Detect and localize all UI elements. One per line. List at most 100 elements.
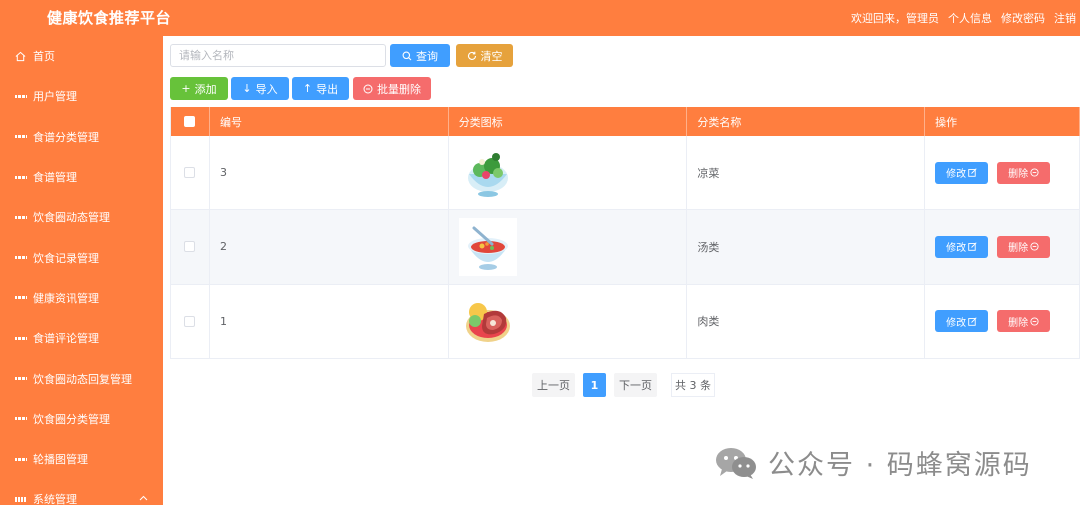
grid-icon xyxy=(15,252,26,263)
search-input[interactable] xyxy=(170,44,386,67)
grid-icon xyxy=(15,454,26,465)
add-button[interactable]: + 添加 xyxy=(170,77,228,100)
cell-name: 汤类 xyxy=(687,210,926,284)
grid-icon xyxy=(15,333,26,344)
arrow-down-icon: ↓ xyxy=(242,82,252,95)
delete-button[interactable]: 删除 xyxy=(997,310,1051,333)
welcome-text: 欢迎回来，管理员 xyxy=(851,12,939,25)
sidebar-item-label: 食谱评论管理 xyxy=(33,332,99,346)
row-select-cell xyxy=(171,210,210,284)
select-all-checkbox[interactable] xyxy=(184,116,196,127)
edit-button[interactable]: 修改 xyxy=(935,235,989,258)
sidebar-item-label: 饮食记录管理 xyxy=(33,251,99,265)
sidebar: 首页 用户管理 食谱分类管理 食谱管理 饮食圈动态管理 饮食记录管理 健康资讯管… xyxy=(0,36,163,505)
salad-bowl-icon xyxy=(458,143,517,202)
row-checkbox[interactable] xyxy=(184,241,196,253)
user-menu: 欢迎回来，管理员 个人信息 修改密码 注销 xyxy=(851,10,1076,26)
delete-button[interactable]: 删除 xyxy=(997,235,1051,258)
sidebar-item-system[interactable]: 系统管理 xyxy=(0,479,163,505)
column-header-icon: 分类图标 xyxy=(449,107,688,136)
sidebar-item-health-news[interactable]: 健康资讯管理 xyxy=(0,278,163,318)
soup-bowl-icon xyxy=(458,217,517,276)
sidebar-item-label: 用户管理 xyxy=(33,90,77,104)
minus-circle-icon xyxy=(363,84,373,93)
clear-button-label: 清空 xyxy=(480,49,503,63)
sidebar-item-recipe-categories[interactable]: 食谱分类管理 xyxy=(0,117,163,157)
plus-icon: + xyxy=(181,82,191,95)
cell-icon xyxy=(449,136,688,210)
page-number-current[interactable]: 1 xyxy=(583,373,606,397)
sidebar-item-label: 健康资讯管理 xyxy=(33,291,99,305)
profile-link[interactable]: 个人信息 xyxy=(948,10,992,26)
apps-icon xyxy=(15,494,26,505)
arrow-up-icon: ↑ xyxy=(302,82,313,95)
minus-circle-icon xyxy=(1030,168,1039,177)
add-button-label: 添加 xyxy=(194,82,217,96)
query-button[interactable]: 查询 xyxy=(390,44,450,67)
sidebar-item-label: 食谱分类管理 xyxy=(33,130,99,144)
edit-icon xyxy=(968,317,977,326)
home-icon xyxy=(15,51,26,62)
table-header: 编号 分类图标 分类名称 操作 xyxy=(171,107,1080,136)
cell-name: 凉菜 xyxy=(687,136,926,210)
import-button[interactable]: ↓ 导入 xyxy=(231,77,289,100)
row-checkbox[interactable] xyxy=(184,315,196,327)
column-header-name: 分类名称 xyxy=(687,107,926,136)
sidebar-item-diet-records[interactable]: 饮食记录管理 xyxy=(0,237,163,277)
edit-icon xyxy=(968,168,977,177)
sidebar-item-label: 食谱管理 xyxy=(33,171,77,185)
minus-circle-icon xyxy=(1030,242,1039,251)
clear-button[interactable]: 清空 xyxy=(456,44,513,67)
delete-button-label: 删除 xyxy=(1008,169,1029,181)
app-title: 健康饮食推荐平台 xyxy=(47,9,172,27)
grid-icon xyxy=(15,131,26,142)
sidebar-item-carousel[interactable]: 轮播图管理 xyxy=(0,439,163,479)
export-button-label: 导出 xyxy=(316,82,339,96)
table-row: 1 肉类 修改 删除 xyxy=(171,284,1080,359)
delete-button[interactable]: 删除 xyxy=(997,161,1051,184)
cell-id: 2 xyxy=(210,210,449,284)
change-password-link[interactable]: 修改密码 xyxy=(1001,10,1045,26)
export-button[interactable]: ↑ 导出 xyxy=(292,77,349,100)
watermark: 公众号 · 码蜂窝源码 xyxy=(714,443,1032,482)
next-page-button[interactable]: 下一页 xyxy=(614,373,657,397)
grid-icon xyxy=(15,172,26,183)
category-table: 编号 分类图标 分类名称 操作 3 凉菜 修改 删除 2 汤类 修改 删除 1 … xyxy=(170,107,1080,359)
sidebar-item-label: 轮播图管理 xyxy=(33,453,88,467)
sidebar-item-label: 饮食圈分类管理 xyxy=(33,412,110,426)
sidebar-item-recipes[interactable]: 食谱管理 xyxy=(0,157,163,197)
logout-link[interactable]: 注销 xyxy=(1054,10,1076,26)
header-select-cell xyxy=(171,107,210,136)
batch-delete-button[interactable]: 批量删除 xyxy=(353,77,431,100)
sidebar-item-home[interactable]: 首页 xyxy=(0,36,163,76)
row-select-cell xyxy=(171,284,210,358)
prev-page-button[interactable]: 上一页 xyxy=(532,373,575,397)
meat-plate-icon xyxy=(458,292,517,351)
sidebar-item-label: 饮食圈动态管理 xyxy=(33,211,110,225)
cell-name: 肉类 xyxy=(687,284,926,358)
delete-button-label: 删除 xyxy=(1008,243,1029,255)
sidebar-item-users[interactable]: 用户管理 xyxy=(0,76,163,116)
cell-id: 1 xyxy=(210,284,449,358)
refresh-icon xyxy=(467,51,476,60)
query-button-label: 查询 xyxy=(416,49,438,63)
edit-button-label: 修改 xyxy=(946,317,967,329)
grid-icon xyxy=(15,373,26,384)
grid-icon xyxy=(15,292,26,303)
sidebar-item-diet-posts[interactable]: 饮食圈动态管理 xyxy=(0,197,163,237)
chevron-up-icon xyxy=(139,494,148,504)
watermark-text: 公众号 · 码蜂窝源码 xyxy=(768,450,1032,481)
edit-icon xyxy=(968,242,977,252)
edit-button[interactable]: 修改 xyxy=(935,310,989,333)
row-checkbox[interactable] xyxy=(184,167,196,179)
column-header-id: 编号 xyxy=(210,107,449,136)
sidebar-item-post-replies[interactable]: 饮食圈动态回复管理 xyxy=(0,358,163,398)
cell-icon xyxy=(449,284,688,358)
minus-circle-icon xyxy=(1030,317,1039,326)
sidebar-item-recipe-comments[interactable]: 食谱评论管理 xyxy=(0,318,163,358)
sidebar-item-post-categories[interactable]: 饮食圈分类管理 xyxy=(0,399,163,439)
edit-button[interactable]: 修改 xyxy=(935,161,989,184)
table-row: 2 汤类 修改 删除 xyxy=(171,210,1080,285)
cell-id: 3 xyxy=(210,136,449,210)
grid-icon xyxy=(15,212,26,223)
